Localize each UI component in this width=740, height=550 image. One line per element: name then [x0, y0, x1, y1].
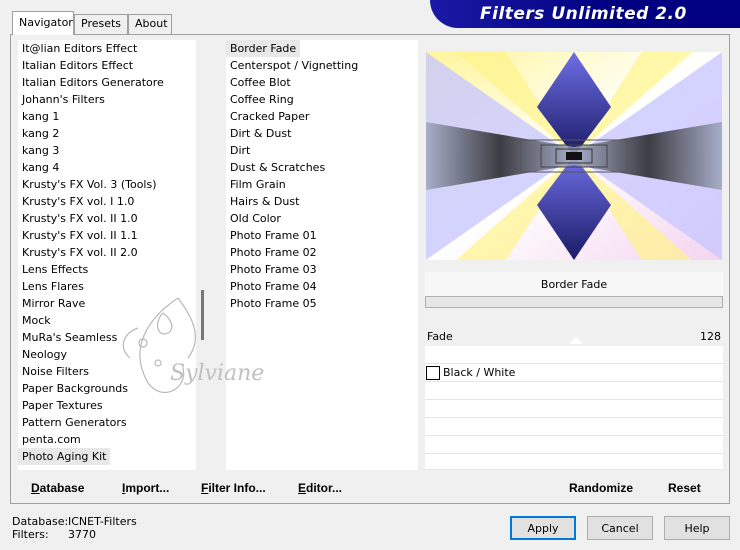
apply-button[interactable]: Apply	[510, 516, 576, 540]
randomize-button[interactable]: Randomize	[569, 481, 633, 495]
watermark-logo: Sylviane	[122, 297, 264, 394]
param-row	[425, 454, 723, 470]
filter-item[interactable]: Coffee Ring	[226, 91, 418, 108]
fade-label: Fade	[427, 330, 453, 343]
category-item[interactable]: Krusty's FX vol. II 2.0	[18, 244, 196, 261]
filter-item[interactable]: Photo Frame 02	[226, 244, 418, 261]
category-item[interactable]: kang 3	[18, 142, 196, 159]
banner-title: Filters Unlimited 2.0	[480, 4, 687, 24]
category-item[interactable]: kang 2	[18, 125, 196, 142]
category-item[interactable]: Krusty's FX vol. I 1.0	[18, 193, 196, 210]
category-item[interactable]: Italian Editors Effect	[18, 57, 196, 74]
filter-item[interactable]: Photo Frame 03	[226, 261, 418, 278]
import-button[interactable]: Import...	[122, 481, 169, 495]
category-item[interactable]: Italian Editors Generatore	[18, 74, 196, 91]
category-item[interactable]: kang 4	[18, 159, 196, 176]
category-item[interactable]: Krusty's FX vol. II 1.0	[18, 210, 196, 227]
black-white-label: Black / White	[443, 366, 516, 379]
help-button[interactable]: Help	[664, 516, 730, 540]
param-row	[425, 400, 723, 418]
database-button[interactable]: Database	[31, 481, 84, 495]
filter-item[interactable]: Hairs & Dust	[226, 193, 418, 210]
filter-preview	[426, 52, 722, 260]
filters-count-value: 3770	[68, 528, 96, 541]
filters-count-label: Filters:	[12, 528, 49, 541]
filter-item[interactable]: Dirt & Dust	[226, 125, 418, 142]
fade-value: 128	[700, 330, 721, 343]
param-row	[425, 418, 723, 436]
fade-slider-thumb[interactable]	[569, 336, 583, 344]
filter-item[interactable]: Centerspot / Vignetting	[226, 57, 418, 74]
category-item[interactable]: It@lian Editors Effect	[18, 40, 196, 57]
category-item[interactable]: Krusty's FX Vol. 3 (Tools)	[18, 176, 196, 193]
filter-title: Border Fade	[425, 272, 723, 298]
watermark-text: Sylviane	[170, 361, 264, 386]
param-row	[425, 436, 723, 454]
category-item[interactable]: Photo Aging Kit	[18, 448, 111, 465]
filters-count: Filters: 3770	[12, 528, 96, 541]
param-row	[425, 346, 723, 364]
black-white-checkbox[interactable]	[426, 366, 440, 380]
category-item[interactable]: Krusty's FX vol. II 1.1	[18, 227, 196, 244]
category-item[interactable]: Pattern Generators	[18, 414, 196, 431]
filter-item[interactable]: Dust & Scratches	[226, 159, 418, 176]
category-item[interactable]: Johann's Filters	[18, 91, 196, 108]
filter-item[interactable]: Border Fade	[226, 40, 301, 57]
progress-bar	[425, 296, 723, 308]
category-item[interactable]: Lens Effects	[18, 261, 196, 278]
filter-item[interactable]: Film Grain	[226, 176, 418, 193]
tab-navigator[interactable]: Navigator	[12, 11, 74, 35]
database-info: Database: ICNET-Filters	[12, 515, 137, 528]
database-info-label: Database:	[12, 515, 69, 528]
filter-item[interactable]: Old Color	[226, 210, 418, 227]
cancel-button[interactable]: Cancel	[587, 516, 653, 540]
reset-button[interactable]: Reset	[668, 481, 701, 495]
fade-slider-row[interactable]: Fade 128	[425, 328, 723, 346]
param-row	[425, 382, 723, 400]
filter-item[interactable]: Cracked Paper	[226, 108, 418, 125]
tab-about[interactable]: About	[128, 14, 172, 34]
tab-presets[interactable]: Presets	[74, 14, 128, 34]
filter-item[interactable]: Coffee Blot	[226, 74, 418, 91]
category-item[interactable]: penta.com	[18, 431, 196, 448]
category-item[interactable]: kang 1	[18, 108, 196, 125]
database-info-value: ICNET-Filters	[68, 515, 137, 528]
filter-item[interactable]: Photo Frame 01	[226, 227, 418, 244]
filter-info-button[interactable]: Filter Info...	[201, 481, 266, 495]
filter-item[interactable]: Dirt	[226, 142, 418, 159]
editor-button[interactable]: Editor...	[298, 481, 342, 495]
